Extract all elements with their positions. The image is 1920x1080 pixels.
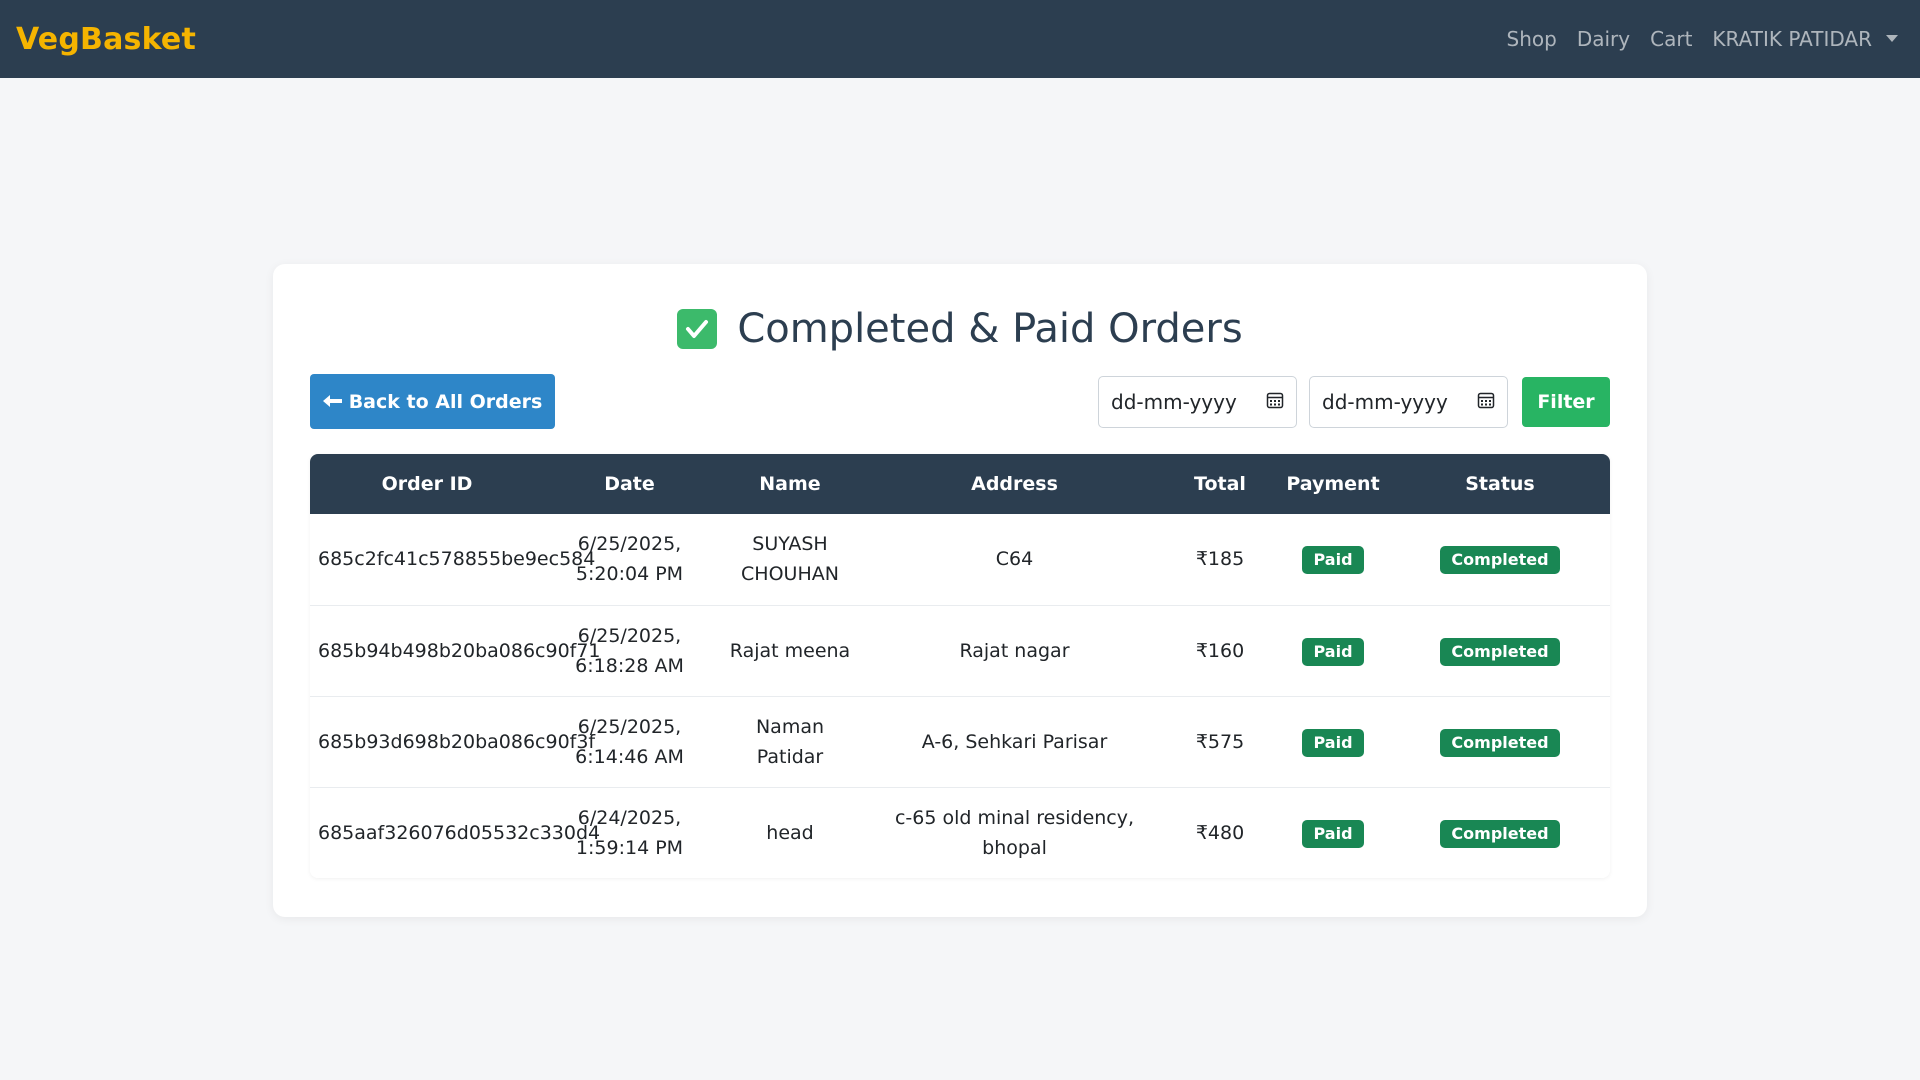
payment-cell: Paid: [1276, 605, 1390, 696]
orders-table: Order ID Date Name Address Total Payment…: [310, 454, 1610, 878]
calendar-icon[interactable]: [1266, 390, 1284, 414]
name-cell: SUYASH CHOUHAN: [741, 533, 839, 586]
name-cell: Rajat meena: [729, 639, 851, 662]
column-header-status: Status: [1465, 473, 1535, 495]
nav-link-shop[interactable]: Shop: [1497, 27, 1567, 51]
payment-badge: Paid: [1302, 637, 1364, 666]
status-badge: Completed: [1440, 637, 1560, 666]
address-cell: A-6, Sehkari Parisar: [921, 730, 1108, 753]
status-cell: Completed: [1390, 605, 1610, 696]
table-row: 685b94b498b20ba086c90f71 6/25/2025, 6:18…: [310, 605, 1610, 696]
status-cell: Completed: [1390, 787, 1610, 878]
order-id-cell: 685b94b498b20ba086c90f71: [318, 639, 601, 662]
order-id-cell: 685b93d698b20ba086c90f3f: [318, 730, 596, 753]
nav-link-cart[interactable]: Cart: [1640, 27, 1702, 51]
payment-badge: Paid: [1302, 728, 1364, 757]
date-from-input[interactable]: dd-mm-yyyy: [1098, 376, 1297, 428]
payment-badge: Paid: [1302, 819, 1364, 848]
date-to-placeholder: dd-mm-yyyy: [1322, 390, 1448, 414]
page-title: Completed & Paid Orders: [737, 306, 1243, 352]
total-cell: ₹480: [1195, 821, 1245, 844]
table-row: 685b93d698b20ba086c90f3f 6/25/2025, 6:14…: [310, 696, 1610, 787]
status-badge: Completed: [1440, 546, 1560, 575]
total-cell: ₹185: [1195, 548, 1245, 571]
column-header-date: Date: [604, 473, 655, 495]
payment-badge: Paid: [1302, 546, 1364, 575]
payment-cell: Paid: [1276, 787, 1390, 878]
total-cell: ₹160: [1195, 639, 1245, 662]
address-cell: c-65 old minal residency, bhopal: [894, 806, 1135, 859]
caret-down-icon: [1886, 34, 1898, 42]
user-menu-dropdown[interactable]: KRATIK PATIDAR: [1702, 27, 1904, 51]
order-id-cell: 685aaf326076d05532c330d4: [318, 821, 601, 844]
nav-links: Shop Dairy Cart KRATIK PATIDAR: [1497, 27, 1904, 51]
calendar-icon[interactable]: [1477, 390, 1495, 414]
top-navbar: VegBasket Shop Dairy Cart KRATIK PATIDAR: [0, 0, 1920, 78]
name-cell: head: [766, 821, 814, 844]
column-header-total: Total: [1194, 473, 1246, 495]
date-from-placeholder: dd-mm-yyyy: [1111, 390, 1237, 414]
status-badge: Completed: [1440, 819, 1560, 848]
address-cell: C64: [995, 548, 1034, 571]
name-cell: Naman Patidar: [755, 715, 825, 768]
status-badge: Completed: [1440, 728, 1560, 757]
orders-card: Completed & Paid Orders Back to All Orde…: [273, 264, 1647, 917]
page-header: Completed & Paid Orders: [273, 306, 1647, 352]
column-header-name: Name: [759, 473, 821, 495]
table-row: 685c2fc41c578855be9ec584 6/25/2025, 5:20…: [310, 514, 1610, 605]
order-id-cell: 685c2fc41c578855be9ec584: [318, 548, 596, 571]
status-cell: Completed: [1390, 696, 1610, 787]
payment-cell: Paid: [1276, 696, 1390, 787]
total-cell: ₹575: [1195, 730, 1245, 753]
table-row: 685aaf326076d05532c330d4 6/24/2025, 1:59…: [310, 787, 1610, 878]
address-cell: Rajat nagar: [959, 639, 1070, 662]
payment-cell: Paid: [1276, 514, 1390, 605]
brand-logo[interactable]: VegBasket: [16, 22, 196, 57]
user-name: KRATIK PATIDAR: [1712, 27, 1872, 51]
nav-link-dairy[interactable]: Dairy: [1567, 27, 1640, 51]
column-header-payment: Payment: [1286, 473, 1380, 495]
column-header-order-id: Order ID: [381, 473, 473, 495]
date-to-input[interactable]: dd-mm-yyyy: [1309, 376, 1508, 428]
back-button-label: Back to All Orders: [348, 390, 543, 413]
back-to-all-orders-button[interactable]: Back to All Orders: [310, 374, 555, 429]
column-header-address: Address: [971, 473, 1058, 495]
left-arrow-icon: [322, 391, 343, 413]
filter-button[interactable]: Filter: [1522, 377, 1610, 427]
check-mark-button-icon: [677, 309, 718, 349]
table-header-row: Order ID Date Name Address Total Payment…: [310, 454, 1610, 514]
status-cell: Completed: [1390, 514, 1610, 605]
